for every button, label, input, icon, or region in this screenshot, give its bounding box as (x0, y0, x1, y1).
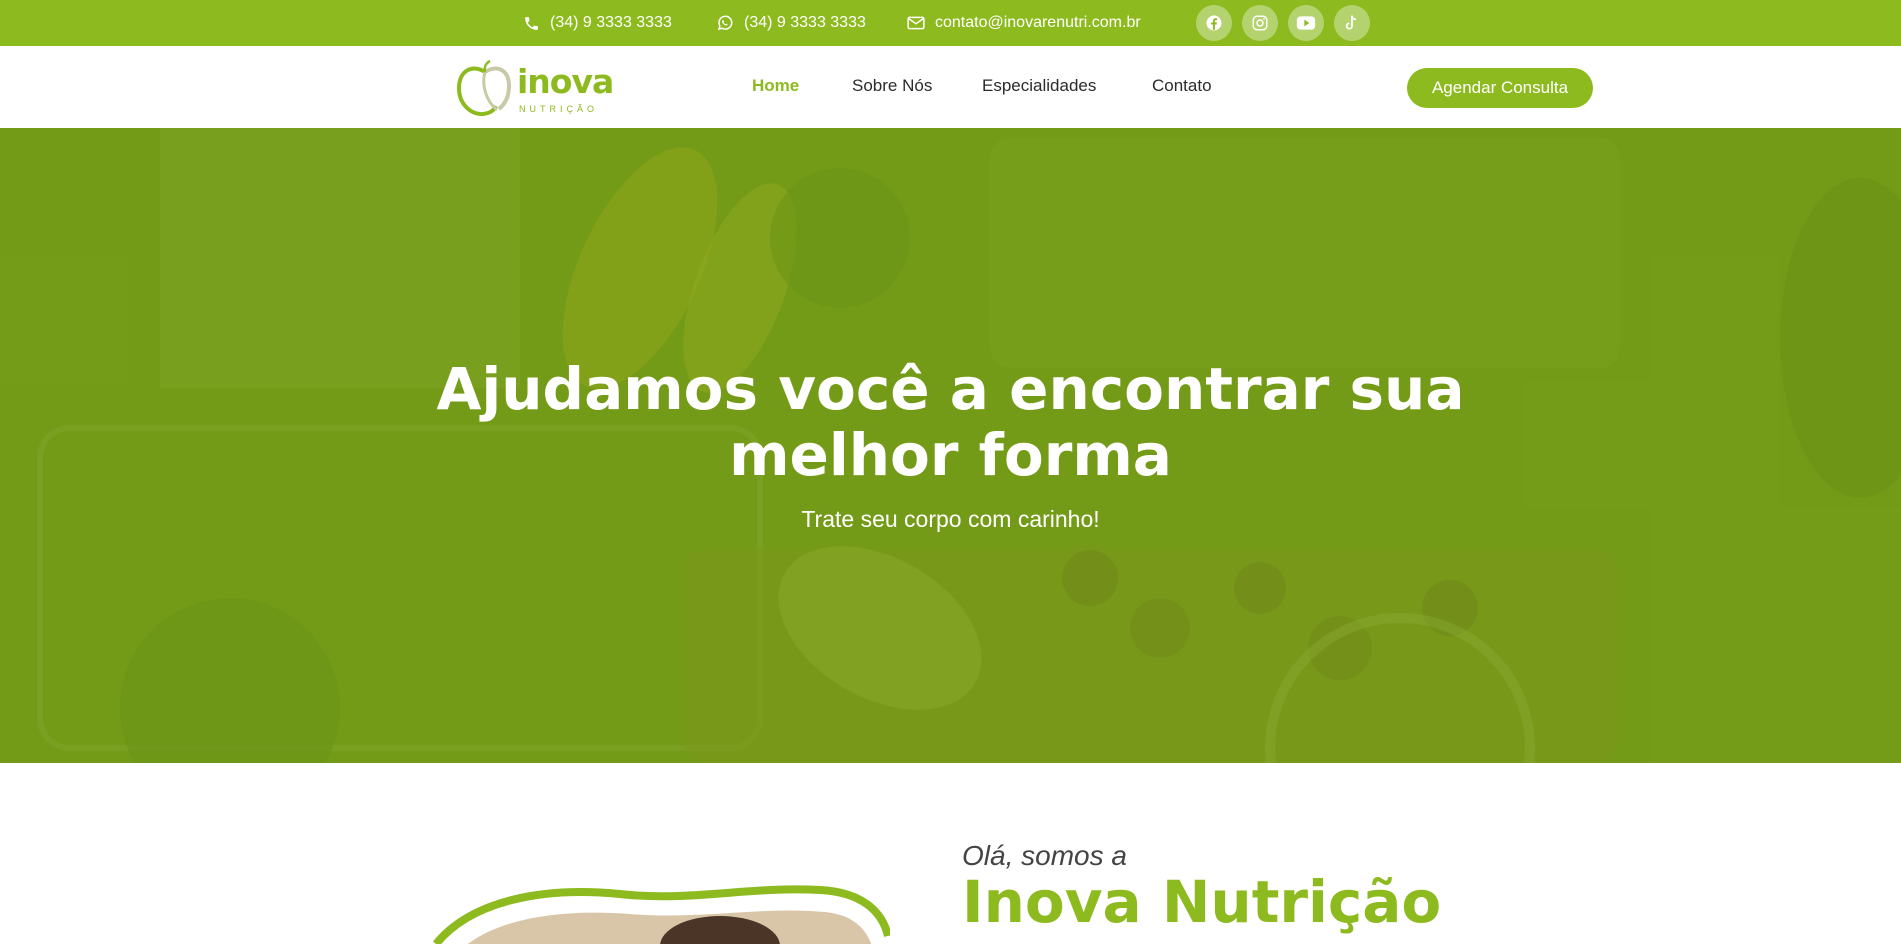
whatsapp-icon (717, 15, 733, 31)
apple-logo-icon (456, 59, 512, 117)
nav-sobre-nos[interactable]: Sobre Nós (852, 76, 932, 96)
youtube-icon (1296, 16, 1316, 30)
instagram-link[interactable] (1242, 5, 1278, 41)
logo-tagline: NUTRIÇÃO (519, 104, 598, 114)
brand-logo[interactable]: inova NUTRIÇÃO (455, 58, 614, 118)
about-image-frame (432, 885, 890, 944)
phone-icon (525, 16, 538, 30)
facebook-icon (1206, 15, 1222, 31)
about-title: Inova Nutrição (962, 868, 1442, 936)
hero-subheadline: Trate seu corpo com carinho! (801, 506, 1100, 532)
nav-contato[interactable]: Contato (1152, 76, 1212, 96)
phone-number: (34) 9 3333 3333 (550, 14, 672, 31)
youtube-link[interactable] (1288, 5, 1324, 41)
email-contact[interactable]: contato@inovarenutri.com.br (907, 0, 1141, 46)
instagram-icon (1252, 15, 1268, 31)
whatsapp-contact[interactable]: (34) 9 3333 3333 (716, 0, 866, 46)
hero-banner: Ajudamos você a encontrar sua melhor for… (0, 128, 1901, 763)
tiktok-link[interactable] (1334, 5, 1370, 41)
top-contact-bar: (34) 9 3333 3333 (34) 9 3333 3333 contat… (0, 0, 1901, 46)
main-header: inova NUTRIÇÃO Home Sobre Nós Especialid… (0, 46, 1901, 128)
whatsapp-number: (34) 9 3333 3333 (744, 14, 866, 31)
email-address: contato@inovarenutri.com.br (935, 14, 1141, 31)
facebook-link[interactable] (1196, 5, 1232, 41)
tiktok-icon (1345, 15, 1357, 30)
logo-wordmark: inova (517, 62, 614, 101)
envelope-icon (907, 16, 925, 30)
hero-headline: Ajudamos você a encontrar sua melhor for… (436, 355, 1465, 489)
nav-home[interactable]: Home (752, 76, 799, 96)
nav-especialidades[interactable]: Especialidades (982, 76, 1096, 96)
phone-contact[interactable]: (34) 9 3333 3333 (523, 0, 672, 46)
schedule-appointment-button[interactable]: Agendar Consulta (1407, 68, 1593, 108)
